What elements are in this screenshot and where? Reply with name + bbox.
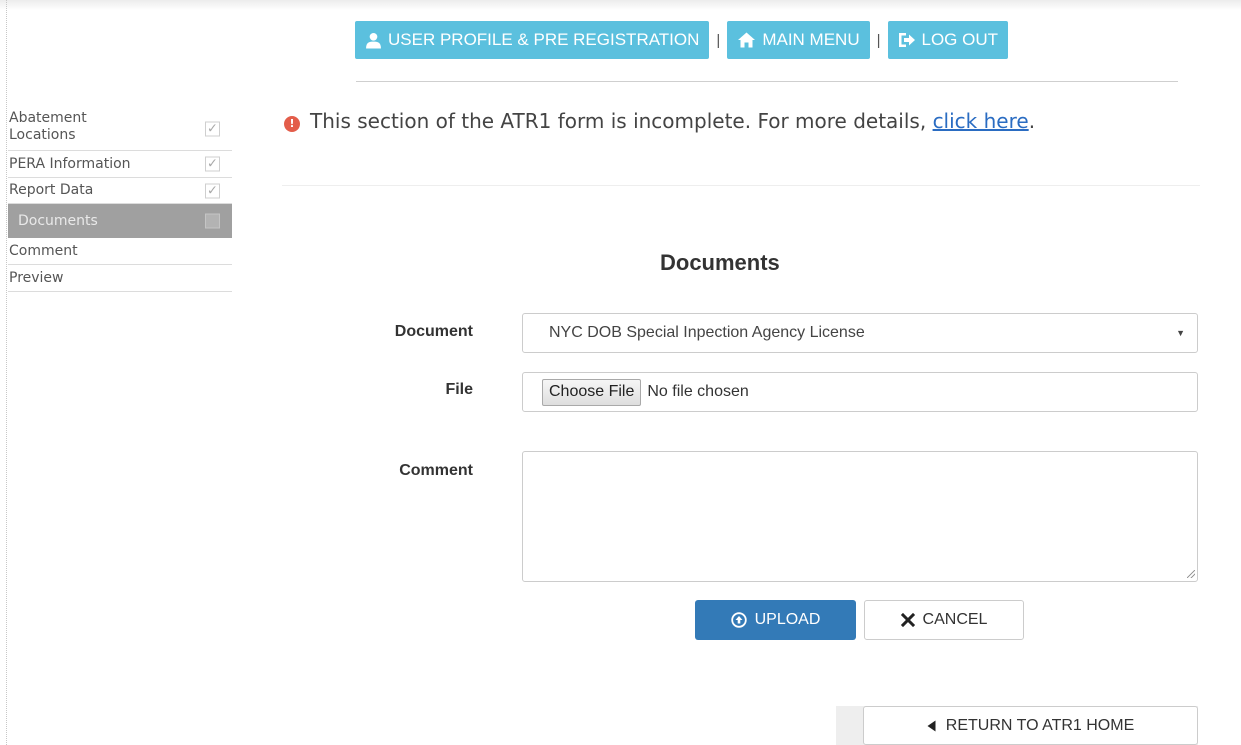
user-icon: [366, 32, 381, 48]
alert-details-link[interactable]: click here: [933, 109, 1029, 133]
alert-text: This section of the ATR1 form is incompl…: [310, 109, 933, 133]
exclamation-icon: !: [284, 116, 300, 132]
upload-button[interactable]: UPLOAD: [695, 600, 856, 640]
sidebar-item-preview[interactable]: Preview: [8, 265, 232, 292]
log-out-button[interactable]: LOG OUT: [887, 21, 1009, 59]
section-title: Documents: [660, 250, 780, 275]
sidebar-item-label: PERA Information: [9, 155, 131, 172]
log-out-icon: [898, 33, 915, 47]
cancel-button[interactable]: CANCEL: [864, 600, 1024, 640]
sidebar-item-label: Comment: [9, 242, 78, 259]
nav-separator: |: [716, 31, 721, 49]
sidebar-item-label: Abatement Locations: [9, 110, 87, 143]
resize-grip-icon: [1187, 570, 1195, 578]
file-input[interactable]: Choose File No file chosen: [522, 372, 1198, 412]
nav-divider: [356, 81, 1178, 82]
user-profile-button[interactable]: USER PROFILE & PRE REGISTRATION: [355, 21, 710, 59]
caret-down-icon: ▼: [1176, 328, 1185, 338]
checkbox-checked-icon: ✓: [205, 183, 220, 198]
home-icon: [738, 32, 756, 48]
file-status: No file chosen: [647, 383, 749, 400]
page-left-border: [0, 0, 7, 745]
checkbox-checked-icon: ✓: [205, 121, 220, 137]
document-label: Document: [394, 323, 473, 340]
comment-label: Comment: [399, 462, 473, 479]
return-label: RETURN TO ATR1 HOME: [945, 716, 1135, 734]
log-out-label: LOG OUT: [921, 30, 999, 49]
file-label: File: [445, 381, 473, 398]
close-icon: [900, 613, 915, 627]
cancel-label: CANCEL: [922, 611, 988, 628]
comment-textarea[interactable]: [522, 451, 1198, 582]
upload-label: UPLOAD: [754, 611, 821, 628]
main-menu-button[interactable]: MAIN MENU: [727, 21, 870, 59]
checkbox-checked-icon: ✓: [205, 156, 220, 172]
sidebar-item-label: Report Data: [9, 182, 94, 198]
main-menu-label: MAIN MENU: [762, 30, 860, 49]
sidebar-item-label: Documents: [18, 212, 98, 229]
top-shadow: [0, 0, 1241, 10]
nav-separator: |: [876, 31, 881, 49]
sidebar-item-label: Preview: [9, 269, 64, 286]
top-nav: USER PROFILE & PRE REGISTRATION | MAIN M…: [355, 21, 1009, 59]
sidebar-item-pera-information[interactable]: PERA Information ✓: [8, 151, 232, 178]
sidebar-item-abatement-locations[interactable]: Abatement Locations ✓: [8, 108, 232, 151]
triangle-left-icon: [927, 720, 936, 731]
sidebar-item-comment[interactable]: Comment: [8, 238, 232, 265]
incomplete-alert: ! This section of the ATR1 form is incomp…: [282, 108, 1194, 134]
user-profile-label: USER PROFILE & PRE REGISTRATION: [388, 30, 700, 49]
checkbox-empty-icon: [205, 213, 220, 229]
sidebar: Abatement Locations ✓ PERA Information ✓…: [8, 108, 232, 292]
document-selected-value: NYC DOB Special Inpection Agency License: [549, 324, 865, 341]
resize-handle[interactable]: [1185, 568, 1195, 578]
upload-circle-icon: [730, 612, 747, 628]
return-to-atr1-home-button[interactable]: RETURN TO ATR1 HOME: [863, 706, 1198, 745]
sidebar-item-documents[interactable]: Documents: [8, 204, 232, 238]
sidebar-item-report-data[interactable]: Report Data ✓: [8, 178, 232, 204]
alert-divider: [282, 185, 1200, 186]
choose-file-button[interactable]: Choose File: [542, 378, 642, 406]
document-select[interactable]: NYC DOB Special Inpection Agency License…: [522, 313, 1198, 353]
alert-suffix: .: [1028, 109, 1036, 133]
